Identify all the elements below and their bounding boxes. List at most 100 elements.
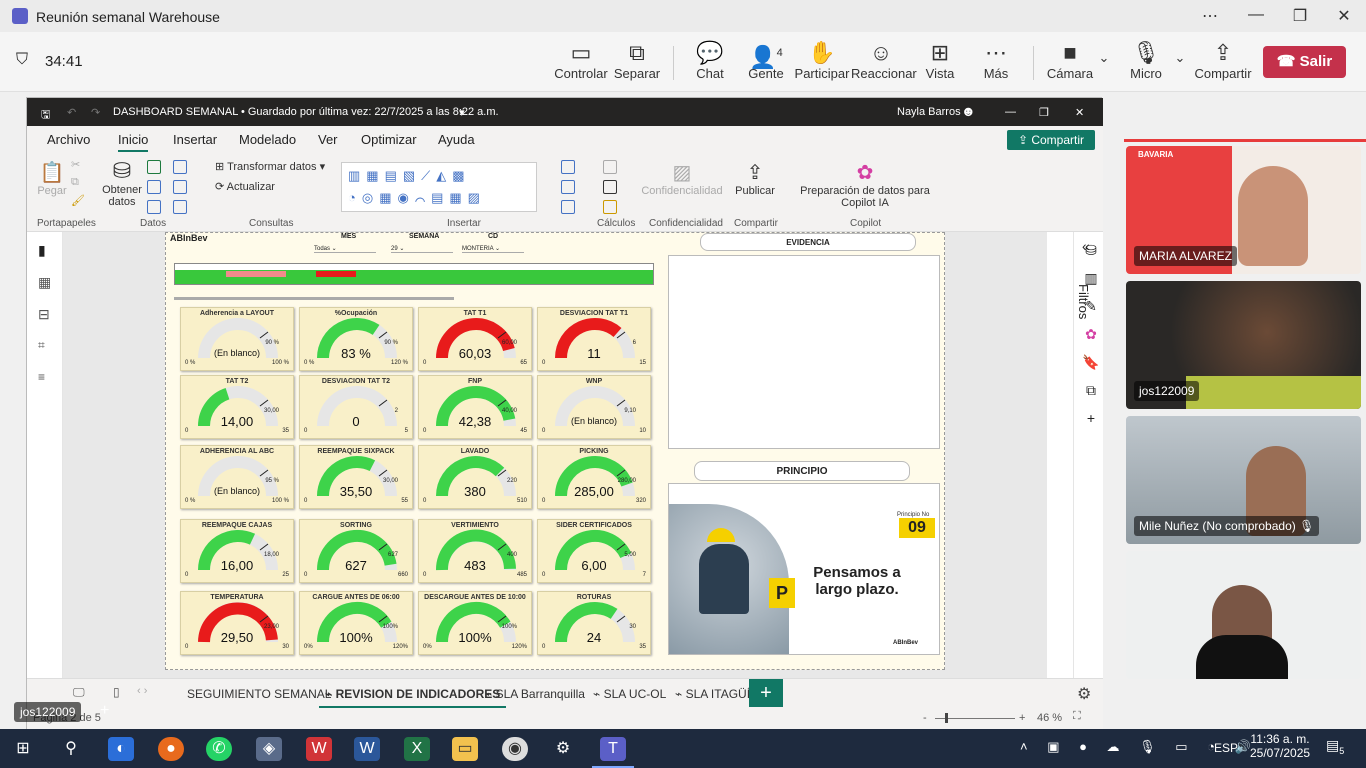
- tab-revision-indicadores[interactable]: ⌁ REVISION DE INDICADORES: [319, 687, 507, 709]
- recent-sources-icon[interactable]: [173, 200, 187, 214]
- maximize-button[interactable]: ❐: [1285, 6, 1315, 26]
- dataverse-icon[interactable]: [173, 180, 187, 194]
- language-indicator[interactable]: ESP: [1214, 741, 1238, 755]
- participant-tile-3[interactable]: Mile Nuñez (No comprobado) 🎙: [1126, 416, 1361, 544]
- people-button[interactable]: 👤4 Gente: [736, 40, 796, 81]
- more-options-icon[interactable]: ⋯: [1195, 6, 1225, 26]
- gauge-card[interactable]: FNP 42,38 0 45 40,00: [418, 375, 532, 439]
- pbi-share-button[interactable]: ⇪ Compartir: [1007, 130, 1095, 150]
- settings-icon[interactable]: ⚙: [550, 737, 576, 761]
- principio-poster[interactable]: Principio No 09 P Pensamos a largo plazo…: [668, 483, 940, 655]
- word-icon[interactable]: W: [354, 737, 380, 761]
- table-scrollbar[interactable]: [174, 297, 454, 300]
- notification-icon[interactable]: ▤5: [1326, 737, 1344, 756]
- gauge-card[interactable]: REEMPAQUE SIXPACK 35,50 0 55 30,00: [299, 445, 413, 509]
- zoom-out-button[interactable]: -: [923, 712, 927, 724]
- search-icon[interactable]: ⚲: [58, 737, 84, 761]
- pbi-minimize-button[interactable]: —: [1005, 106, 1016, 118]
- teams-app-icon[interactable]: T: [600, 737, 626, 761]
- zoom-slider-thumb[interactable]: [945, 713, 948, 723]
- dax-view-icon[interactable]: ⌗: [38, 338, 45, 353]
- menu-insertar[interactable]: Insertar: [173, 132, 217, 147]
- tab-sla-itagui[interactable]: ⌁ SLA ITAGÜÍ: [675, 687, 750, 701]
- desktop-layout-icon[interactable]: 🖵: [73, 685, 85, 700]
- enter-data-icon[interactable]: [173, 160, 187, 174]
- gauge-card[interactable]: DESCARGUE ANTES DE 10:00 100% 0% 120% 10…: [418, 591, 532, 655]
- gauge-card[interactable]: DESVIACION TAT T2 0 0 5 2: [299, 375, 413, 439]
- menu-modelado[interactable]: Modelado: [239, 132, 296, 147]
- publish-button[interactable]: ⇪ Publicar: [733, 160, 777, 197]
- textbox-icon[interactable]: [561, 180, 575, 194]
- participant-tile-1[interactable]: BAVARIA MARIA ALVAREZ: [1126, 146, 1361, 274]
- avatar-icon[interactable]: ☻: [961, 103, 976, 119]
- camera-options-chevron-icon[interactable]: ⌄: [1092, 50, 1116, 66]
- more-visuals-icon[interactable]: [561, 200, 575, 214]
- gauge-card[interactable]: REEMPAQUE CAJAS 16,00 0 25 18,00: [180, 519, 294, 583]
- evidencia-panel[interactable]: [668, 255, 940, 449]
- microphone-button[interactable]: 🎙 Micro: [1116, 40, 1176, 81]
- gauge-card[interactable]: TAT T2 14,00 0 35 30,00: [180, 375, 294, 439]
- gauge-card[interactable]: SIDER CERTIFICADOS 6,00 0 7 5,00: [537, 519, 651, 583]
- tab-nav-prev-icon[interactable]: ‹ ›: [137, 685, 147, 697]
- model-view-icon[interactable]: ⊟: [38, 306, 50, 323]
- file-explorer-icon[interactable]: ▭: [452, 737, 478, 761]
- add-pane-icon[interactable]: +: [1081, 404, 1101, 432]
- more-button[interactable]: ⋯ Más: [966, 40, 1026, 81]
- pin-icon[interactable]: +: [100, 702, 109, 720]
- new-visual-icon[interactable]: [561, 160, 575, 174]
- minimize-button[interactable]: —: [1241, 6, 1271, 24]
- chat-button[interactable]: 💬 Chat: [680, 40, 740, 81]
- menu-optimizar[interactable]: Optimizar: [361, 132, 417, 147]
- gauge-card[interactable]: TEMPERATURA 29,50 0 30 23,00: [180, 591, 294, 655]
- participant-tile-2[interactable]: jos122009: [1126, 281, 1361, 409]
- excel-app-icon[interactable]: X: [404, 737, 430, 761]
- cut-icon[interactable]: ✂: [71, 158, 80, 171]
- gauge-card[interactable]: TAT T1 60,03 0 65 60,00: [418, 307, 532, 371]
- gauge-card[interactable]: VERTIMIENTO 483 0 485 400: [418, 519, 532, 583]
- wps-icon[interactable]: W: [306, 737, 332, 761]
- gauge-card[interactable]: DESVIACION TAT T1 11 0 15 6: [537, 307, 651, 371]
- copilot-prep-button[interactable]: ✿ Preparación de datos para Copilot IA: [787, 160, 943, 209]
- pbi-maximize-button[interactable]: ❐: [1039, 106, 1049, 119]
- gauge-card[interactable]: ADHERENCIA AL ABC (En blanco) 0 % 100 % …: [180, 445, 294, 509]
- tab-sla-uc-ol[interactable]: ⌁ SLA UC-OL: [593, 687, 666, 701]
- whatsapp-icon[interactable]: ✆: [206, 737, 232, 761]
- data-pane-icon[interactable]: ⛁: [1081, 236, 1101, 264]
- gauge-card[interactable]: LAVADO 380 0 510 220: [418, 445, 532, 509]
- view-button[interactable]: ⊞ Vista: [910, 40, 970, 81]
- react-button[interactable]: ☺ Reaccionar: [851, 40, 917, 81]
- pbi-close-button[interactable]: ✕: [1075, 106, 1084, 119]
- firefox-icon[interactable]: ●: [158, 737, 184, 761]
- redo-icon[interactable]: ↷: [91, 106, 100, 119]
- raise-hand-button[interactable]: ✋ Participar: [792, 40, 852, 81]
- share-button[interactable]: ⇪ Compartir: [1193, 40, 1253, 81]
- copilot-app-icon[interactable]: ◐: [108, 737, 134, 761]
- undo-icon[interactable]: ↶: [67, 106, 76, 119]
- title-chevron-icon[interactable]: ▾: [459, 106, 465, 119]
- sensitivity-button[interactable]: ▨ Confidencialidad: [639, 160, 725, 197]
- slicer-cd[interactable]: MONTERIA ⌄: [462, 245, 524, 253]
- start-icon[interactable]: ⊞: [10, 737, 36, 761]
- table-view-icon[interactable]: ▦: [38, 274, 51, 291]
- slicer-mes[interactable]: Todas ⌄: [314, 245, 376, 253]
- bookmark-icon[interactable]: 🔖: [1081, 348, 1101, 376]
- save-icon[interactable]: 🖫: [41, 106, 50, 125]
- gauge-card[interactable]: SORTING 627 0 660 627: [299, 519, 413, 583]
- menu-ver[interactable]: Ver: [318, 132, 338, 147]
- pop-out-button[interactable]: ⧉ Separar: [607, 40, 667, 81]
- settings-gear-icon[interactable]: ⚙: [1077, 684, 1091, 704]
- clock[interactable]: 11:36 a. m. 25/07/2025: [1250, 732, 1310, 760]
- menu-inicio[interactable]: Inicio: [118, 132, 149, 152]
- close-button[interactable]: ✕: [1329, 6, 1359, 26]
- get-data-button[interactable]: ⛁ Obtener datos: [99, 158, 145, 208]
- format-painter-icon[interactable]: 🖌: [71, 194, 85, 207]
- add-page-button[interactable]: +: [749, 679, 783, 707]
- leave-button[interactable]: ☎ Salir: [1263, 46, 1346, 78]
- format-visual-icon[interactable]: ▥: [1081, 264, 1101, 292]
- app-icon[interactable]: ◈: [256, 737, 282, 761]
- menu-ayuda[interactable]: Ayuda: [438, 132, 475, 147]
- quick-measure-icon[interactable]: [603, 180, 617, 194]
- participant-tile-4[interactable]: [1126, 551, 1361, 679]
- gauge-card[interactable]: WNP (En blanco) 0 10 9,10: [537, 375, 651, 439]
- camera-button[interactable]: ■ Cámara: [1040, 40, 1100, 81]
